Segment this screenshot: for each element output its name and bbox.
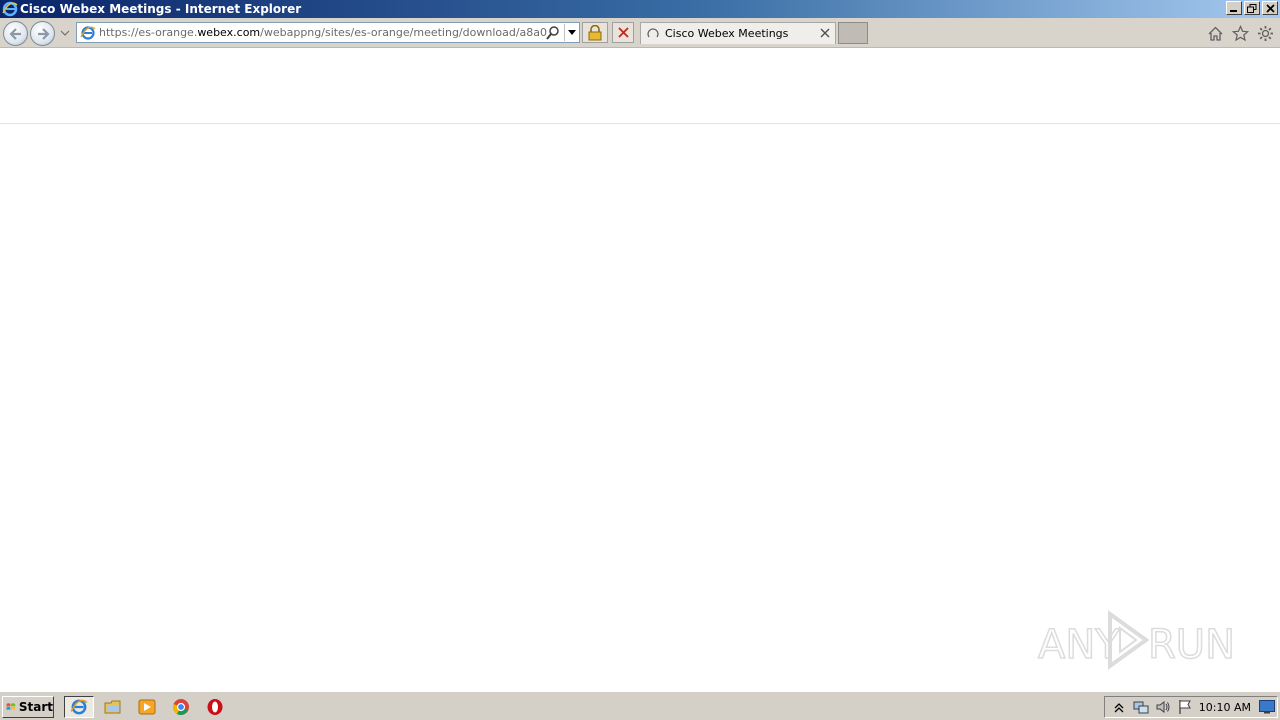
recent-pages-dropdown-icon[interactable]	[60, 28, 70, 38]
back-arrow-icon	[8, 27, 21, 40]
url-path: /webappng/sites/es-orange/meeting/downlo…	[260, 26, 547, 39]
back-button[interactable]	[3, 21, 28, 46]
address-dropdown-button[interactable]	[564, 24, 578, 41]
minimize-icon	[1230, 10, 1237, 12]
taskbar-media-player[interactable]	[132, 696, 162, 718]
anyrun-watermark-logo: ANY RUN	[1037, 610, 1236, 670]
opera-icon	[207, 699, 223, 715]
home-icon[interactable]	[1207, 25, 1224, 42]
window-controls	[1226, 1, 1278, 15]
forward-button[interactable]	[30, 21, 55, 46]
tab-title: Cisco Webex Meetings	[665, 27, 789, 40]
taskbar-opera[interactable]	[200, 696, 230, 718]
watermark-any-text: ANY	[1038, 622, 1120, 668]
folder-icon	[104, 700, 121, 714]
address-url[interactable]: https://es-orange.webex.com/webappng/sit…	[99, 26, 547, 39]
media-player-icon	[138, 699, 156, 715]
page-content: ANY RUN	[0, 48, 1280, 691]
network-icon[interactable]	[1133, 699, 1149, 715]
stop-button[interactable]	[612, 22, 634, 43]
taskbar-internet-explorer[interactable]	[64, 696, 94, 718]
show-hidden-icons-chevron-icon[interactable]	[1111, 699, 1127, 715]
restore-button[interactable]	[1244, 1, 1260, 15]
url-prefix: https://es-orange.	[99, 26, 198, 39]
loading-spinner-icon	[647, 27, 659, 37]
browser-navigation-bar: https://es-orange.webex.com/webappng/sit…	[0, 18, 1280, 48]
windows-taskbar: Start 10:10 AM	[0, 691, 1280, 720]
taskbar-file-explorer[interactable]	[98, 696, 128, 718]
chevron-down-icon	[567, 29, 576, 35]
window-title-bar: Cisco Webex Meetings - Internet Explorer	[0, 0, 1280, 18]
windows-logo-icon	[6, 703, 16, 711]
system-tray: 10:10 AM	[1104, 696, 1278, 718]
show-desktop-icon[interactable]	[1259, 700, 1275, 714]
window-title: Cisco Webex Meetings - Internet Explorer	[20, 2, 302, 16]
action-center-flag-icon[interactable]	[1177, 699, 1193, 715]
toolbar-right-icons	[1207, 25, 1274, 42]
chrome-icon	[172, 699, 189, 715]
taskbar-chrome[interactable]	[166, 696, 196, 718]
search-icon[interactable]	[545, 25, 561, 41]
start-button[interactable]: Start	[2, 696, 54, 718]
close-window-button[interactable]	[1262, 1, 1278, 15]
taskbar-clock[interactable]: 10:10 AM	[1199, 701, 1251, 714]
internet-explorer-icon	[70, 699, 88, 715]
stop-x-icon	[617, 27, 629, 38]
security-report-button[interactable]	[582, 22, 608, 43]
minimize-button[interactable]	[1226, 1, 1242, 15]
forward-arrow-icon	[37, 27, 50, 40]
start-label: Start	[18, 700, 53, 714]
settings-gear-icon[interactable]	[1257, 25, 1274, 42]
new-tab-button[interactable]	[838, 22, 868, 44]
page-ie-icon	[80, 25, 96, 40]
lock-icon	[588, 24, 602, 40]
browser-tab-active[interactable]: Cisco Webex Meetings	[640, 22, 836, 44]
address-bar[interactable]: https://es-orange.webex.com/webappng/sit…	[76, 22, 580, 43]
restore-icon	[1247, 3, 1257, 13]
favorites-star-icon[interactable]	[1232, 25, 1249, 42]
internet-explorer-icon	[2, 1, 18, 17]
url-domain: webex.com	[197, 26, 261, 39]
watermark-run-text: RUN	[1148, 622, 1235, 668]
tab-close-icon[interactable]	[819, 27, 831, 39]
volume-icon[interactable]	[1155, 699, 1171, 715]
page-header-divider	[0, 123, 1280, 124]
close-icon	[1265, 3, 1275, 13]
